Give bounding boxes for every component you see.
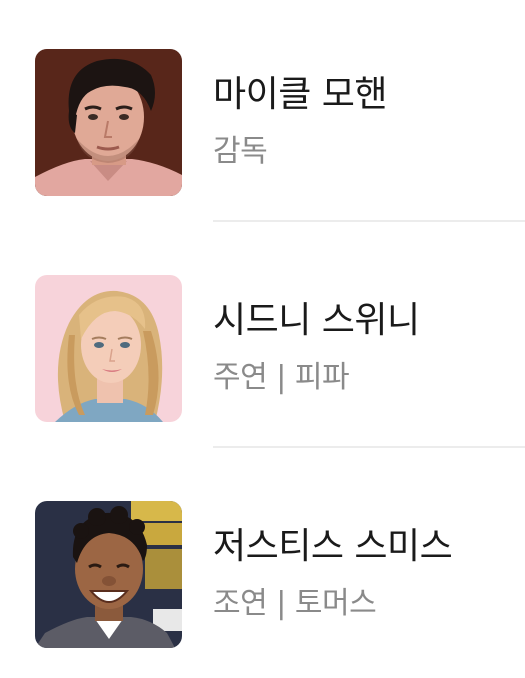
cast-role: 주연 | 피파: [213, 360, 350, 395]
cast-name: 저스티스 스미스: [213, 526, 453, 567]
cast-list: 마이클 모핸 감독 시드니 스위니 주연 | 피파 저스티스 스미스 조연 | …: [0, 0, 525, 663]
cast-name: 마이클 모핸: [213, 74, 388, 115]
cast-item-sydney-sweeney[interactable]: 시드니 스위니 주연 | 피파: [0, 226, 525, 452]
cast-name: 시드니 스위니: [213, 300, 420, 341]
cast-photo-sydney-sweeney: [35, 275, 182, 422]
cast-item-justice-smith[interactable]: 저스티스 스미스 조연 | 토머스: [0, 452, 525, 678]
cast-photo-justice-smith: [35, 501, 182, 648]
divider: [213, 446, 525, 448]
cast-photo-michael-mohan: [35, 49, 182, 196]
divider: [213, 220, 525, 222]
cast-role: 조연 | 토머스: [213, 586, 377, 621]
cast-item-michael-mohan[interactable]: 마이클 모핸 감독: [0, 0, 525, 226]
cast-role: 감독: [213, 134, 268, 169]
